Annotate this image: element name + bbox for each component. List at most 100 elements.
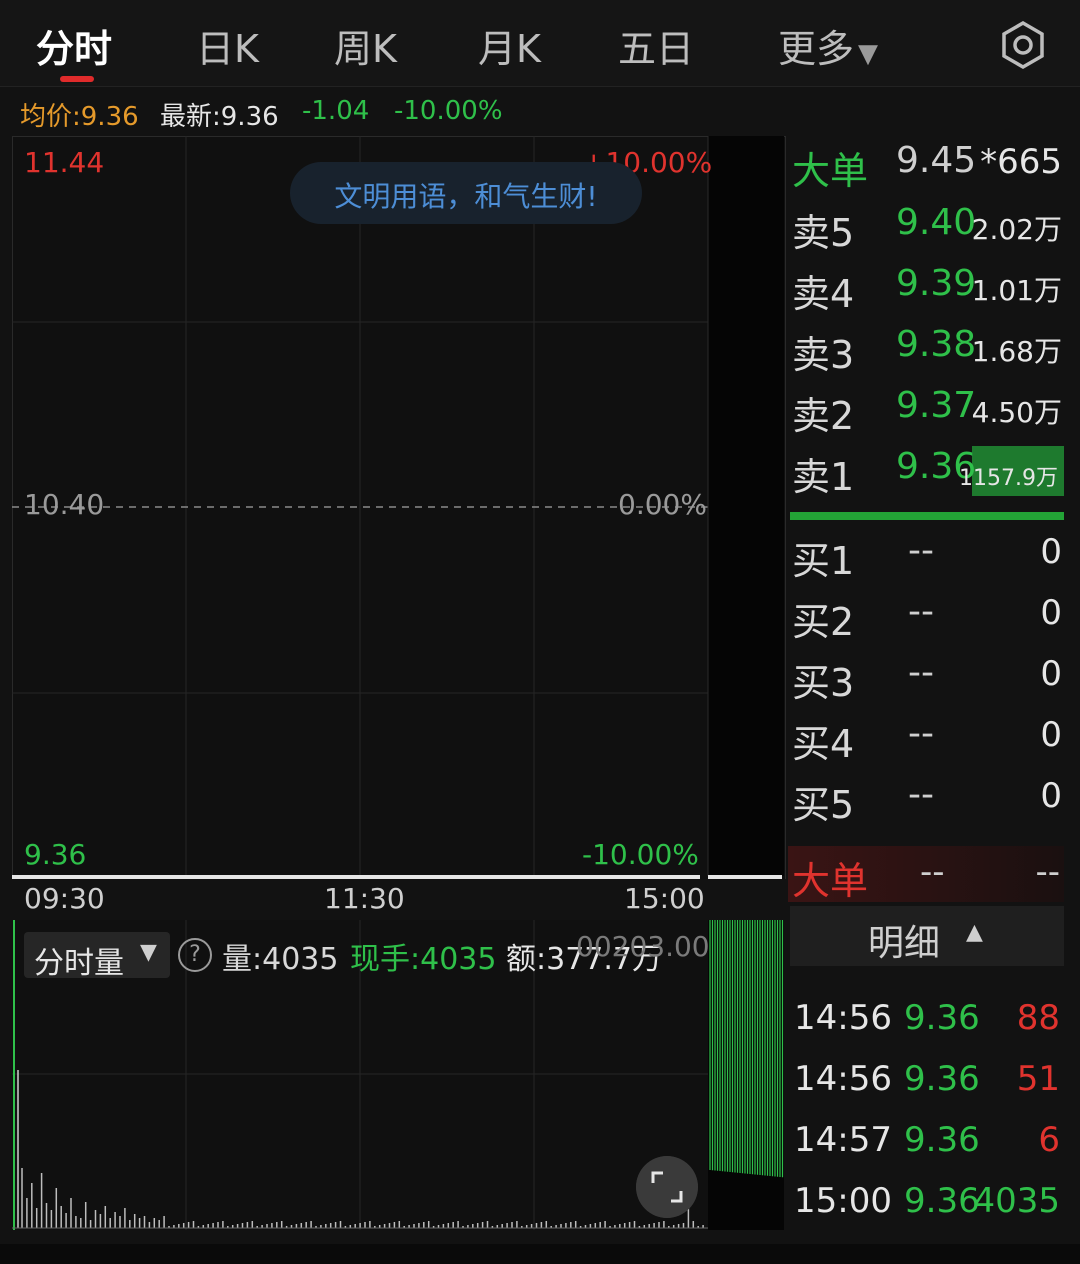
big-order-label: 大单: [792, 149, 869, 193]
notice-text: 文明用语，和气生财!: [334, 180, 598, 213]
sell-level-price: 9.37: [896, 385, 977, 426]
sell-level-label: 卖2: [792, 394, 855, 438]
sell-5-row[interactable]: 卖5 9.40 2.02万: [788, 198, 1066, 256]
order-book-divider: [790, 512, 1064, 520]
buy-level-price: --: [908, 591, 934, 632]
quote-info-row: 均价:9.36 最新:9.36 -1.04 -10.00%: [0, 88, 1080, 136]
overlapping-axis-value: 00203.00: [576, 930, 710, 963]
y-axis-mid-percent: 0.00%: [618, 488, 707, 521]
sell-level-volume: 1.01万: [971, 274, 1062, 307]
sell-level-label: 卖3: [792, 333, 855, 377]
buy-level-volume: 0: [1040, 532, 1062, 572]
big-order-price: --: [920, 852, 945, 892]
buy-level-volume: 0: [1040, 776, 1062, 816]
y-axis-high-price: 11.44: [24, 146, 105, 179]
trade-volume: 6: [1038, 1120, 1060, 1160]
trade-volume: 51: [1016, 1059, 1060, 1099]
tab-monthly-k[interactable]: 月K: [478, 18, 541, 73]
buy-level-volume: 0: [1040, 593, 1062, 633]
sell-level-volume: 2.02万: [971, 213, 1062, 246]
settings-gear-icon[interactable]: [998, 20, 1048, 70]
chevron-down-icon: ▼: [858, 39, 879, 69]
trade-volume: 4035: [973, 1181, 1060, 1221]
buy-level-label: 买4: [792, 722, 855, 766]
buy-4-row[interactable]: 买4 -- 0: [788, 709, 1066, 767]
chevron-up-icon: ▲: [966, 920, 983, 945]
buy-level-label: 买2: [792, 600, 855, 644]
sell-level-price: 9.39: [896, 263, 977, 304]
buy-level-price: --: [908, 774, 934, 815]
big-order-volume: *665: [980, 142, 1062, 182]
trade-row: 14:56 9.36 51: [790, 1051, 1064, 1107]
buy-2-row[interactable]: 买2 -- 0: [788, 587, 1066, 645]
buy-level-price: --: [908, 530, 934, 571]
trade-time: 14:57: [794, 1120, 892, 1160]
trade-price: 9.36: [904, 1120, 980, 1160]
buy-level-volume: 0: [1040, 654, 1062, 694]
tab-daily-k[interactable]: 日K: [196, 18, 259, 73]
tab-five-day[interactable]: 五日: [618, 18, 694, 73]
y-axis-mid-price: 10.40: [24, 488, 105, 521]
active-tab-indicator: [60, 76, 94, 82]
latest-price: 最新:9.36: [160, 102, 279, 132]
sell-1-row[interactable]: 卖1 9.36 1157.9万: [788, 442, 1066, 500]
sell-level-volume: 1.68万: [971, 335, 1062, 368]
volume-value: 量:4035: [222, 942, 339, 977]
expand-fullscreen-icon[interactable]: [636, 1156, 698, 1218]
sell-level-label: 卖4: [792, 272, 855, 316]
buy-level-price: --: [908, 713, 934, 754]
tab-more[interactable]: 更多 ▼: [778, 18, 878, 73]
big-order-bottom-row[interactable]: 大单 -- --: [788, 846, 1064, 903]
trade-volume: 88: [1016, 998, 1060, 1038]
volume-type-selector[interactable]: 分时量 ▼: [24, 932, 170, 981]
buy-level-label: 买5: [792, 783, 855, 827]
trade-row: 14:56 9.36 88: [790, 990, 1064, 1046]
big-order-label: 大单: [792, 859, 869, 903]
tab-weekly-k[interactable]: 周K: [334, 18, 397, 73]
period-tab-bar: 分时 日K 周K 月K 五日 更多 ▼: [0, 0, 1080, 87]
sell-level-price: 9.40: [896, 202, 977, 243]
detail-title: 明细: [868, 923, 941, 964]
tab-more-label: 更多: [778, 27, 855, 71]
bottom-action-bar: [0, 1244, 1080, 1264]
big-order-price: 9.45: [896, 140, 977, 181]
volume-type-label: 分时量: [34, 946, 124, 981]
sell-4-row[interactable]: 卖4 9.39 1.01万: [788, 259, 1066, 317]
tab-intraday[interactable]: 分时: [36, 18, 112, 73]
sell-3-row[interactable]: 卖3 9.38 1.68万: [788, 320, 1066, 378]
big-order-top-row[interactable]: 大单 9.45 *665: [788, 136, 1066, 194]
average-price: 均价:9.36: [20, 102, 139, 132]
buy-1-row[interactable]: 买1 -- 0: [788, 526, 1066, 584]
sell-level-volume: 4.50万: [971, 396, 1062, 429]
trade-time: 14:56: [794, 1059, 892, 1099]
detail-toggle[interactable]: 明细 ▲: [790, 906, 1064, 966]
notice-bubble: 文明用语，和气生财!: [290, 162, 642, 224]
trade-time: 15:00: [794, 1181, 892, 1221]
time-label-close: 15:00: [624, 882, 705, 915]
sell-level-price: 9.38: [896, 324, 977, 365]
sell-level-volume: 1157.9万: [959, 466, 1058, 491]
help-icon[interactable]: ?: [178, 938, 212, 972]
sell-level-label: 卖1: [792, 455, 855, 499]
trade-price: 9.36: [904, 998, 980, 1038]
trade-row: 14:57 9.36 6: [790, 1112, 1064, 1168]
time-label-midday: 11:30: [324, 882, 405, 915]
trade-time: 14:56: [794, 998, 892, 1038]
trade-price: 9.36: [904, 1059, 980, 1099]
buy-level-price: --: [908, 652, 934, 693]
big-order-volume: --: [1035, 852, 1060, 892]
trade-price: 9.36: [904, 1181, 980, 1221]
buy-level-label: 买3: [792, 661, 855, 705]
buy-level-label: 买1: [792, 539, 855, 583]
current-hand-value: 现手:4035: [350, 942, 497, 977]
buy-3-row[interactable]: 买3 -- 0: [788, 648, 1066, 706]
price-change: -1.04: [302, 96, 370, 126]
sell-level-label: 卖5: [792, 211, 855, 255]
sell-2-row[interactable]: 卖2 9.37 4.50万: [788, 381, 1066, 439]
buy-5-row[interactable]: 买5 -- 0: [788, 770, 1066, 828]
trade-row: 15:00 9.36 4035: [790, 1173, 1064, 1229]
buy-level-volume: 0: [1040, 715, 1062, 755]
time-label-open: 09:30: [24, 882, 105, 915]
y-axis-low-price: 9.36: [24, 838, 87, 871]
dropdown-triangle-icon: ▼: [140, 940, 157, 965]
